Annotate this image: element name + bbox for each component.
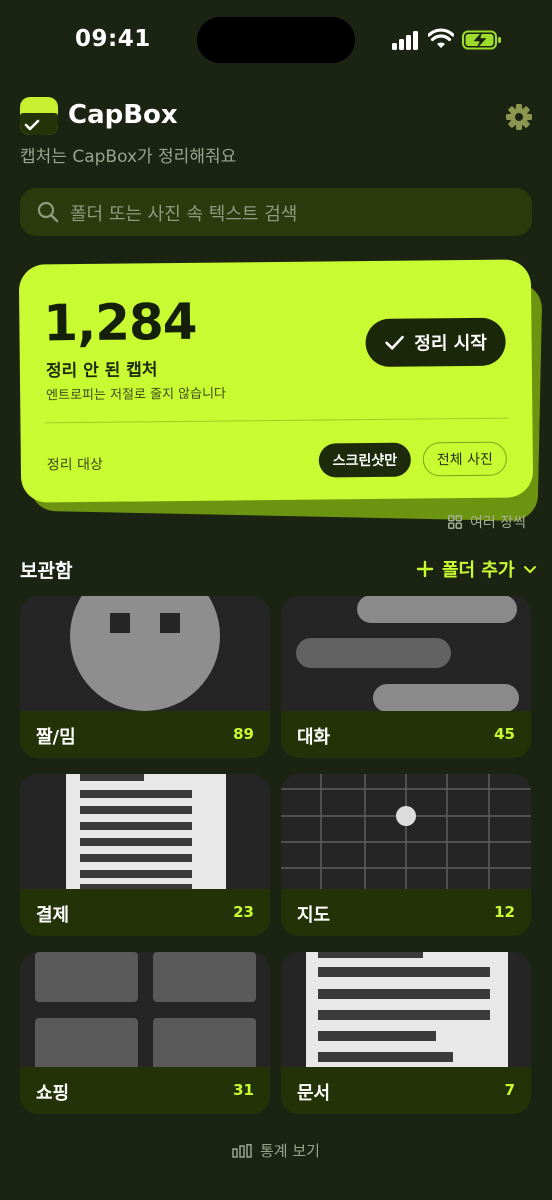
status-time: 09:41 [75,26,151,52]
folder-name: 문서 [297,1083,331,1104]
battery-charging-icon [462,30,501,50]
app-logo [20,97,58,135]
bar-chart-icon [232,1143,252,1158]
unsorted-count: 1,284 [43,292,197,353]
start-sorting-button[interactable]: 정리 시작 [365,317,506,368]
folder-name: 대화 [297,727,331,748]
folder-count: 23 [233,903,254,921]
wifi-icon [428,28,454,48]
chip-all-photos[interactable]: 전체 사진 [422,441,508,477]
chevron-down-icon [523,566,536,573]
folder-count: 89 [233,725,254,743]
add-folder-button[interactable]: 폴더 추가 [416,556,537,582]
unsorted-caption: 엔트로피는 저절로 줄지 않습니다 [46,386,227,404]
multi-select-label: 여러 장씩 [470,515,526,531]
search-icon [37,201,59,223]
hero-divider [44,417,509,424]
folder-card-maps[interactable]: 지도 12 [281,774,531,936]
multi-select-toggle[interactable]: 여러 장씩 [448,512,526,532]
folder-count: 45 [494,725,515,743]
cellular-signal-icon [392,30,420,50]
folder-card-memes[interactable]: 짤/밈 89 [20,596,270,758]
folder-count: 12 [494,903,515,921]
folder-thumbnail [281,774,531,889]
folder-card-documents[interactable]: 문서 7 [281,952,531,1114]
folder-count: 7 [504,1081,515,1099]
folder-name: 지도 [297,905,331,926]
folder-thumbnail [281,952,531,1067]
app-title: CapBox [68,100,178,130]
search-bar[interactable]: 폴더 또는 사진 속 텍스트 검색 [20,188,532,236]
view-stats-button[interactable]: 통계 보기 [232,1140,320,1161]
plus-icon [416,560,434,578]
check-icon [385,335,404,350]
vault-title: 보관함 [20,560,73,582]
search-placeholder: 폴더 또는 사진 속 텍스트 검색 [70,204,298,225]
settings-gear-icon[interactable] [505,103,533,131]
view-stats-label: 통계 보기 [260,1142,320,1160]
sort-target-label: 정리 대상 [46,456,103,474]
folder-thumbnail [20,952,270,1067]
folder-count: 31 [233,1081,254,1099]
grid-icon [448,515,462,529]
folder-thumbnail [20,774,270,889]
unsorted-summary-card: 1,284 정리 안 된 캡처 엔트로피는 저절로 줄지 않습니다 정리 시작 … [18,259,534,503]
dynamic-island [197,17,355,63]
add-folder-label: 폴더 추가 [442,560,515,581]
unsorted-label: 정리 안 된 캡처 [45,360,158,382]
app-tagline: 캡처는 CapBox가 정리해줘요 [20,147,237,167]
folder-card-payments[interactable]: 결제 23 [20,774,270,936]
folder-thumbnail [20,596,270,711]
folder-card-shopping[interactable]: 쇼핑 31 [20,952,270,1114]
folder-name: 결제 [36,905,70,926]
start-sorting-label: 정리 시작 [414,332,487,355]
chip-screenshots-only[interactable]: 스크린샷만 [318,442,412,478]
folder-name: 짤/밈 [36,727,76,748]
folder-thumbnail [281,596,531,711]
folder-card-chats[interactable]: 대화 45 [281,596,531,758]
folder-name: 쇼핑 [36,1083,70,1104]
